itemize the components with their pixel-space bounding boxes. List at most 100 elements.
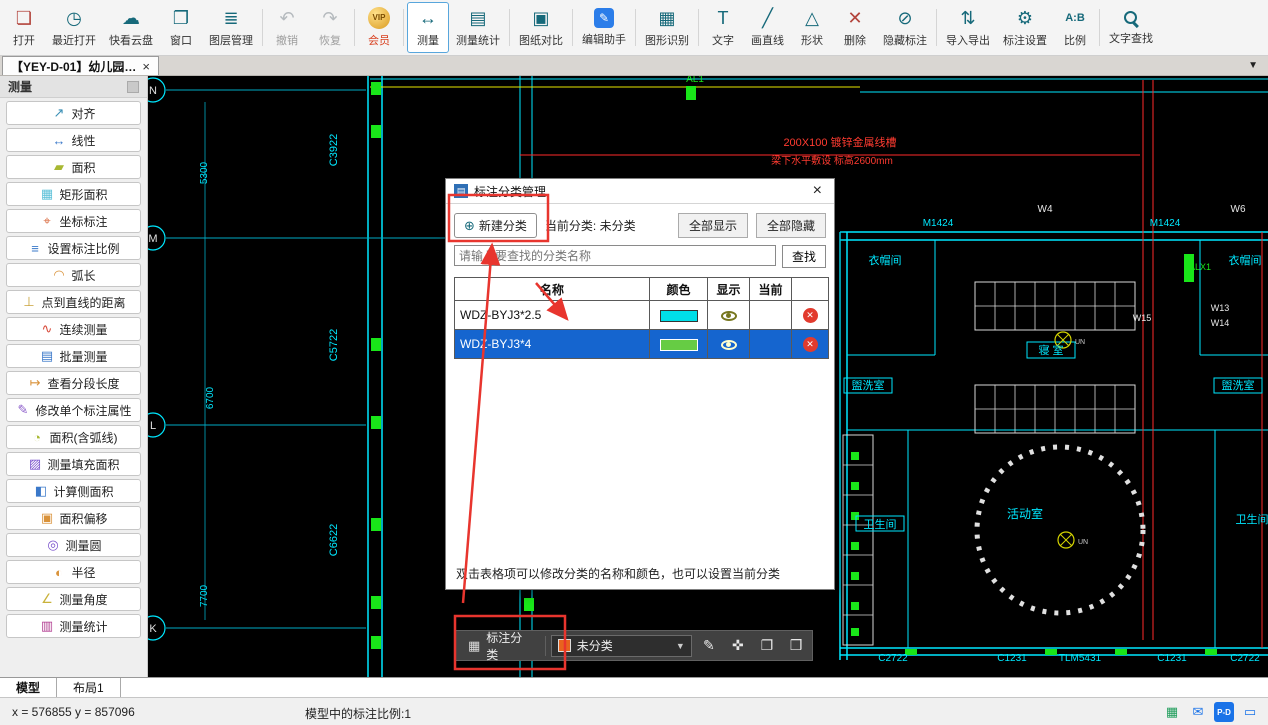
cursor-coordinates: x = 576855 y = 857096 xyxy=(12,705,135,719)
current-cell[interactable] xyxy=(750,301,792,330)
layer-manager-label: 图层管理 xyxy=(209,32,253,48)
toolbar-edit-assistant-button[interactable]: ✎编辑助手 xyxy=(576,2,632,53)
current-cell[interactable] xyxy=(750,330,792,359)
drawing-tab[interactable]: 【YEY-D-01】幼儿园… × xyxy=(2,56,159,75)
sidebar-item-align[interactable]: ↗对齐 xyxy=(6,101,141,125)
drawing-tabbar: 【YEY-D-01】幼儿园… × ▼ xyxy=(0,56,1268,76)
toolbar-annotation-settings-button[interactable]: ⚙标注设置 xyxy=(997,2,1053,53)
tab-close-icon[interactable]: × xyxy=(142,59,150,74)
classification-dropdown[interactable]: 未分类▼ xyxy=(551,635,692,657)
sidebar-item-fill-area[interactable]: ▨测量填充面积 xyxy=(6,452,141,476)
toolbar-open-button[interactable]: ❏打开 xyxy=(3,2,45,53)
sidebar-item-measure-angle[interactable]: ∠测量角度 xyxy=(6,587,141,611)
classification-row[interactable]: WDZ-BYJ3*4✕ xyxy=(455,330,829,359)
classification-name: WDZ-BYJ3*2.5 xyxy=(455,301,650,330)
annotation-classify-label: 标注分类 xyxy=(486,629,532,663)
copy-annotation-icon[interactable]: ❐ xyxy=(755,634,779,658)
scale-label: 比例 xyxy=(1064,32,1086,48)
statusbar: x = 576855 y = 857096 模型中的标注比例:1 ▦✉P-D▭ xyxy=(0,697,1268,725)
sidebar-item-rect-area[interactable]: ▦矩形面积 xyxy=(6,182,141,206)
segment-length-label: 查看分段长度 xyxy=(47,375,119,392)
cad-label: W13 xyxy=(1211,303,1230,313)
dialog-hint-text: 双击表格项可以修改分类的名称和颜色，也可以设置当前分类 xyxy=(456,565,780,582)
tabbar-collapse-icon[interactable]: ▼ xyxy=(1248,60,1258,71)
sidebar-item-batch-measure[interactable]: ▤批量测量 xyxy=(6,344,141,368)
toolbar-delete-button[interactable]: ✕删除 xyxy=(834,2,876,53)
sidebar-item-set-annotation-scale[interactable]: ≡设置标注比例 xyxy=(6,236,141,260)
shape-recognition-label: 图形识别 xyxy=(645,32,689,48)
app-window: ❏打开◷最近打开☁快看云盘❐窗口≣图层管理↶撤销↷恢复VIP会员↔测量▤测量统计… xyxy=(0,0,1268,725)
toolbar-cloud-disk-button[interactable]: ☁快看云盘 xyxy=(103,2,159,53)
show-all-button[interactable]: 全部显示 xyxy=(678,213,748,238)
sidebar-item-area-with-arc[interactable]: ◔面积(含弧线) xyxy=(6,425,141,449)
dialog-close-icon[interactable]: × xyxy=(809,182,826,200)
chevron-down-icon: ▼ xyxy=(676,641,685,651)
toolbar-window-button[interactable]: ❐窗口 xyxy=(160,2,202,53)
sidebar-item-side-area[interactable]: ◧计算侧面积 xyxy=(6,479,141,503)
sidebar-item-arc-length[interactable]: ◠弧长 xyxy=(6,263,141,287)
pd-badge[interactable]: P-D xyxy=(1214,702,1234,722)
toolbar-shape-recognition-button[interactable]: ▦图形识别 xyxy=(639,2,695,53)
fixture-label: UN xyxy=(1078,539,1088,546)
annotation-classify-button[interactable]: ▦标注分类 xyxy=(460,626,540,666)
sidebar-item-area-offset[interactable]: ▣面积偏移 xyxy=(6,506,141,530)
toolbar-import-export-button[interactable]: ⇅导入导出 xyxy=(940,2,996,53)
color-swatch[interactable] xyxy=(660,339,698,351)
monitor-icon[interactable]: ▭ xyxy=(1240,702,1260,722)
cad-label: ALX1 xyxy=(1189,262,1211,272)
sidebar-item-measure-circle[interactable]: ◎测量圆 xyxy=(6,533,141,557)
paste-annotation-icon[interactable]: ❒ xyxy=(784,634,808,658)
bottom-tab-模型[interactable]: 模型 xyxy=(0,678,57,697)
toolbar-scale-button[interactable]: A:B比例 xyxy=(1054,2,1096,53)
toolbar-text-button[interactable]: T文字 xyxy=(702,2,744,53)
eye-icon[interactable] xyxy=(721,340,737,350)
toolbar-draw-line-button[interactable]: ╱画直线 xyxy=(745,2,790,53)
message-icon[interactable]: ✉ xyxy=(1188,702,1208,722)
cad-label: C1231 xyxy=(997,653,1027,664)
hide-all-button[interactable]: 全部隐藏 xyxy=(756,213,826,238)
sidebar-item-area[interactable]: ▰面积 xyxy=(6,155,141,179)
new-classification-button[interactable]: ⊕ 新建分类 xyxy=(454,213,537,238)
visibility-cell xyxy=(708,330,750,359)
edit-annotation-icon[interactable]: ✎ xyxy=(697,634,721,658)
move-annotation-icon[interactable]: ✜ xyxy=(726,634,750,658)
bottom-tab-布局1[interactable]: 布局1 xyxy=(57,678,121,697)
classification-search-input[interactable] xyxy=(454,245,776,266)
sidebar-item-linear[interactable]: ↔线性 xyxy=(6,128,141,152)
toolbar-hide-annotations-button[interactable]: ⊘隐藏标注 xyxy=(877,2,933,53)
panel-collapse-button[interactable] xyxy=(127,81,139,93)
sidebar-item-point-to-line-distance[interactable]: ⊥点到直线的距离 xyxy=(6,290,141,314)
sidebar-item-continuous-measure[interactable]: ∿连续测量 xyxy=(6,317,141,341)
toolbar-layer-manager-button[interactable]: ≣图层管理 xyxy=(203,2,259,53)
toolbar-drawing-compare-button[interactable]: ▣图纸对比 xyxy=(513,2,569,53)
color-swatch[interactable] xyxy=(660,310,698,322)
classification-row[interactable]: WDZ-BYJ3*2.5 ✕ xyxy=(455,301,829,330)
toolbar-undo-button[interactable]: ↶撤销 xyxy=(266,2,308,53)
sidebar-item-segment-length[interactable]: ↦查看分段长度 xyxy=(6,371,141,395)
table-icon[interactable]: ▦ xyxy=(1162,702,1182,722)
cad-label: 7700 xyxy=(199,584,210,607)
delete-icon[interactable]: ✕ xyxy=(803,308,818,323)
eye-icon[interactable] xyxy=(721,311,737,321)
column-header: 名称 xyxy=(455,278,650,301)
sidebar-item-modify-single-annotation[interactable]: ✎修改单个标注属性 xyxy=(6,398,141,422)
cad-label: C2722 xyxy=(1230,653,1260,664)
sidebar-item-measure-statistics[interactable]: ▥测量统计 xyxy=(6,614,141,638)
toolbar-redo-button[interactable]: ↷恢复 xyxy=(309,2,351,53)
sidebar-item-coordinate-annotation[interactable]: ⌖坐标标注 xyxy=(6,209,141,233)
toolbar-text-search-button[interactable]: 文字查找 xyxy=(1103,2,1159,53)
toolbar-recent-open-button[interactable]: ◷最近打开 xyxy=(46,2,102,53)
cad-label: 梁下水平敷设 标高2600mm xyxy=(771,154,893,167)
toolbar-shapes-button[interactable]: △形状 xyxy=(791,2,833,53)
toolbar-measure-statistics-button[interactable]: ▤测量统计 xyxy=(450,2,506,53)
toolbar-measure-button[interactable]: ↔测量 xyxy=(407,2,449,53)
delete-icon[interactable]: ✕ xyxy=(803,337,818,352)
model-layout-tabs: 模型布局1 xyxy=(0,677,1268,697)
hide-annotations-label: 隐藏标注 xyxy=(883,32,927,48)
main-toolbar: ❏打开◷最近打开☁快看云盘❐窗口≣图层管理↶撤销↷恢复VIP会员↔测量▤测量统计… xyxy=(0,0,1268,56)
undo-icon: ↶ xyxy=(279,7,294,29)
find-button[interactable]: 查找 xyxy=(782,245,826,268)
cad-label: 5300 xyxy=(199,161,210,184)
toolbar-vip-member-button[interactable]: VIP会员 xyxy=(358,2,400,53)
sidebar-item-radius[interactable]: ◐半径 xyxy=(6,560,141,584)
